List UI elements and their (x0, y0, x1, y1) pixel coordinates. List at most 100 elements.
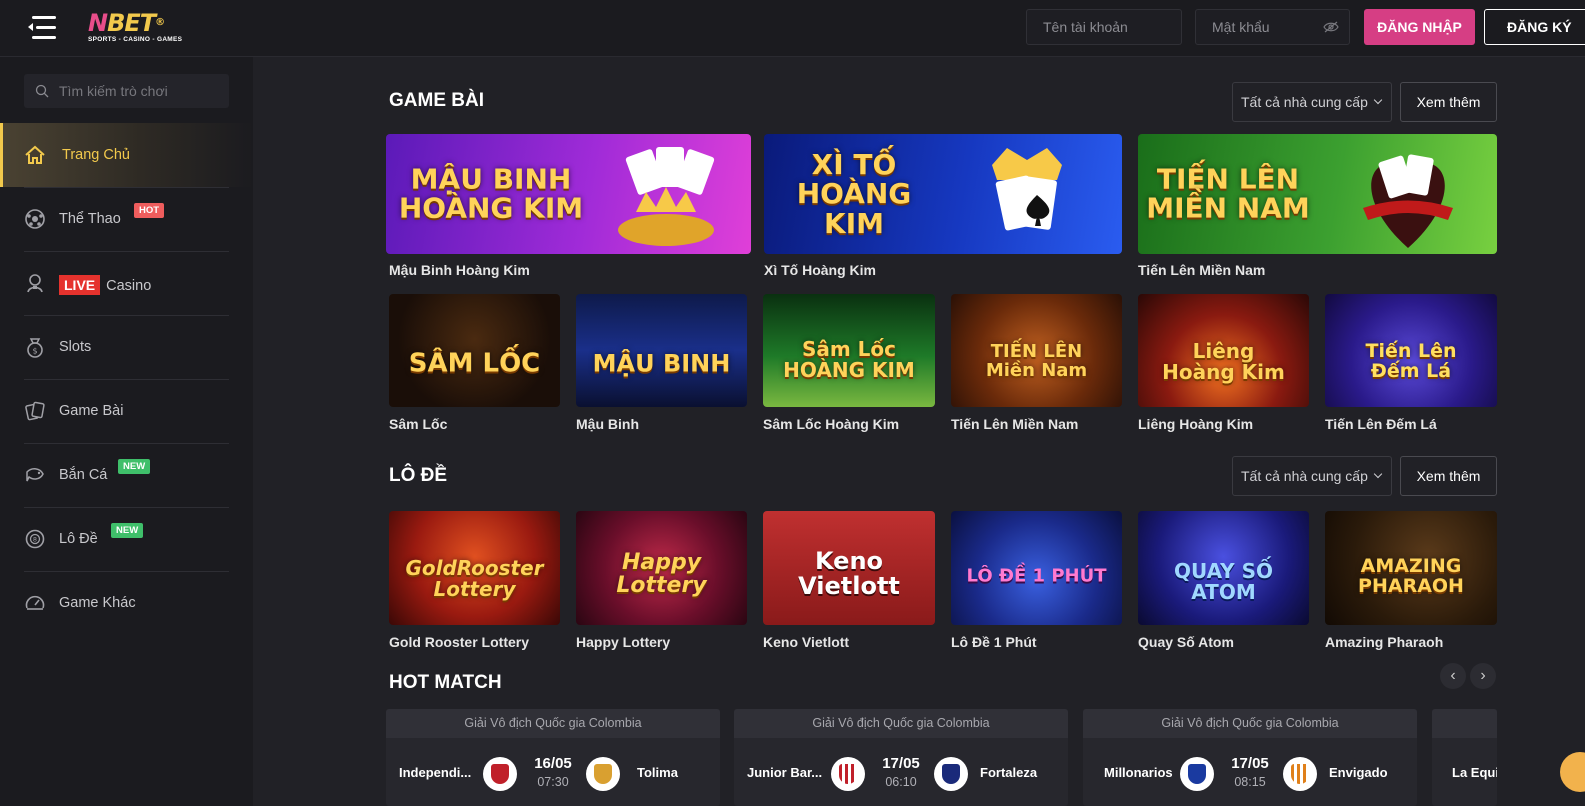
cards-crown-art (618, 147, 715, 246)
svg-text:8: 8 (33, 536, 37, 544)
section-title-hot-match: HOT MATCH (389, 672, 502, 693)
dealer-icon (27, 274, 43, 293)
game-card-amazing-pharaoh[interactable]: AMAZING PHARAOH (1325, 511, 1497, 625)
section-title-card-games: GAME BÀI (389, 90, 484, 111)
league-name (1432, 709, 1497, 738)
lottery-ball-icon: 8 (25, 529, 45, 549)
game-card-keno-vietlott[interactable]: Keno Vietlott (763, 511, 935, 625)
nbet-logo[interactable]: NBET® SPORTS - CASINO - GAMES (88, 11, 188, 45)
game-label: Liêng Hoàng Kim (1138, 416, 1254, 432)
new-badge: NEW (111, 523, 144, 538)
league-name: Giải Vô địch Quốc gia Colombia (1083, 709, 1417, 738)
game-card-mau-binh-hoang-kim[interactable]: MẬU BINH HOÀNG KIM (386, 134, 751, 254)
cards-icon (25, 401, 45, 421)
login-button[interactable]: ĐĂNG NHẬP (1364, 9, 1475, 45)
sidebar-item-slots[interactable]: $ Slots (0, 315, 253, 379)
team-crest-icon (586, 757, 620, 791)
provider-select[interactable]: Tất cả nhà cung cấp (1232, 456, 1392, 496)
slot-bag-icon: $ (27, 338, 43, 358)
match-time: 07:30 (537, 775, 569, 789)
live-badge: LIVE (59, 275, 101, 295)
sidebar-item-home[interactable]: Trang Chủ (0, 123, 253, 187)
home-team: La Equi (1452, 765, 1497, 780)
gauge-icon (25, 595, 45, 610)
see-more-button[interactable]: Xem thêm (1400, 82, 1497, 122)
hot-badge: HOT (134, 203, 165, 218)
match-card[interactable]: Giải Vô địch Quốc gia Colombia Junior Ba… (734, 709, 1068, 806)
game-card-lo-de-1-phut[interactable]: LÔ ĐỀ 1 PHÚT (951, 511, 1122, 625)
see-more-button[interactable]: Xem thêm (1400, 456, 1497, 496)
league-name: Giải Vô địch Quốc gia Colombia (386, 709, 720, 738)
team-crest-icon (1283, 757, 1317, 791)
chat-support-icon[interactable] (1560, 752, 1585, 792)
game-search-input[interactable]: Tìm kiếm trò chơi (24, 74, 229, 108)
logo-tagline: SPORTS - CASINO - GAMES (88, 36, 183, 43)
game-card-quay-so-atom[interactable]: QUAY SỐ ATOM (1138, 511, 1309, 625)
game-card-lieng-hoang-kim[interactable]: Liêng Hoàng Kim (1138, 294, 1309, 407)
game-label: Mậu Binh (576, 416, 639, 432)
sidebar: Tìm kiếm trò chơi Trang Chủ Thể Thao HOT… (0, 57, 253, 806)
home-icon (25, 145, 45, 164)
away-team: Tolima (637, 765, 678, 780)
game-card-sam-loc-hoang-kim[interactable]: Sâm Lốc HOÀNG KIM (763, 294, 935, 407)
svg-text:$: $ (32, 347, 37, 356)
team-crest-icon (934, 757, 968, 791)
sidebar-item-other-games[interactable]: Game Khác (0, 571, 253, 635)
team-crest-icon (1180, 757, 1214, 791)
carousel-prev-button[interactable]: ‹ (1440, 663, 1466, 689)
heart-cards-art (1363, 154, 1453, 248)
game-label: Lô Đề 1 Phút (951, 634, 1037, 650)
home-team: Junior Bar... (747, 765, 823, 780)
game-card-mau-binh[interactable]: MẬU BINH (576, 294, 747, 407)
spade-cards-art (992, 148, 1062, 231)
game-label: Gold Rooster Lottery (389, 634, 530, 650)
match-card[interactable]: Giải Vô địch Quốc gia Colombia Independi… (386, 709, 720, 806)
hamburger-menu-icon[interactable] (28, 14, 58, 42)
match-date: 16/05 (534, 755, 572, 772)
league-name: Giải Vô địch Quốc gia Colombia (734, 709, 1068, 738)
new-badge: NEW (118, 459, 151, 474)
game-label: Xì Tố Hoàng Kim (764, 262, 876, 278)
username-field[interactable]: Tên tài khoản (1026, 9, 1182, 45)
game-card-xi-to-hoang-kim[interactable]: XÌ TỐ HOÀNG KIM (764, 134, 1122, 254)
top-header: NBET® SPORTS - CASINO - GAMES Tên tài kh… (0, 0, 1585, 57)
game-card-gold-rooster-lottery[interactable]: GoldRooster Lottery (389, 511, 560, 625)
provider-select[interactable]: Tất cả nhà cung cấp (1232, 82, 1392, 122)
game-label: Happy Lottery (576, 634, 671, 650)
sidebar-item-casino[interactable]: LIVE Casino (0, 251, 253, 315)
away-team: Fortaleza (980, 765, 1038, 780)
soccer-ball-icon (25, 209, 45, 229)
game-card-tien-len-mien-nam-small[interactable]: TIẾN LÊN Miền Nam (951, 294, 1122, 407)
match-time: 08:15 (1234, 775, 1266, 789)
sidebar-item-sports[interactable]: Thể Thao HOT (0, 187, 253, 251)
game-label: Tiến Lên Miền Nam (1138, 262, 1266, 278)
match-card[interactable]: La Equi (1432, 709, 1497, 806)
sidebar-item-lottery[interactable]: 8 Lô Đề NEW (0, 507, 253, 571)
game-card-tien-len-dem-la[interactable]: Tiến Lên Đếm Lá (1325, 294, 1497, 407)
match-date: 17/05 (882, 755, 920, 772)
game-card-happy-lottery[interactable]: Happy Lottery (576, 511, 747, 625)
team-crest-icon (483, 757, 517, 791)
sidebar-item-fishing[interactable]: Bắn Cá NEW (0, 443, 253, 507)
match-card[interactable]: Giải Vô địch Quốc gia Colombia Millonari… (1083, 709, 1417, 806)
game-card-sam-loc[interactable]: SÂM LỐC (389, 294, 560, 407)
game-label: Sâm Lốc Hoàng Kim (763, 416, 900, 432)
game-label: Mậu Binh Hoàng Kim (389, 262, 530, 278)
password-field[interactable]: Mật khẩu (1195, 9, 1350, 45)
game-label: Tiến Lên Miền Nam (951, 416, 1079, 432)
eye-off-icon[interactable] (1323, 21, 1339, 33)
home-team: Millonarios (1104, 765, 1173, 780)
game-label: Tiến Lên Đếm Lá (1325, 416, 1437, 432)
register-button[interactable]: ĐĂNG KÝ (1484, 9, 1585, 45)
match-date: 17/05 (1231, 755, 1269, 772)
away-team: Envigado (1329, 765, 1388, 780)
game-card-tien-len-mien-nam[interactable]: TIẾN LÊN MIỀN NAM (1138, 134, 1497, 254)
team-crest-icon (831, 757, 865, 791)
game-label: Sâm Lốc (389, 416, 448, 432)
sidebar-item-card-games[interactable]: Game Bài (0, 379, 253, 443)
carousel-next-button[interactable]: › (1470, 663, 1496, 689)
fish-icon (26, 468, 44, 482)
match-time: 06:10 (885, 775, 917, 789)
section-title-lottery: LÔ ĐỀ (389, 465, 448, 486)
game-label: Amazing Pharaoh (1325, 634, 1444, 650)
